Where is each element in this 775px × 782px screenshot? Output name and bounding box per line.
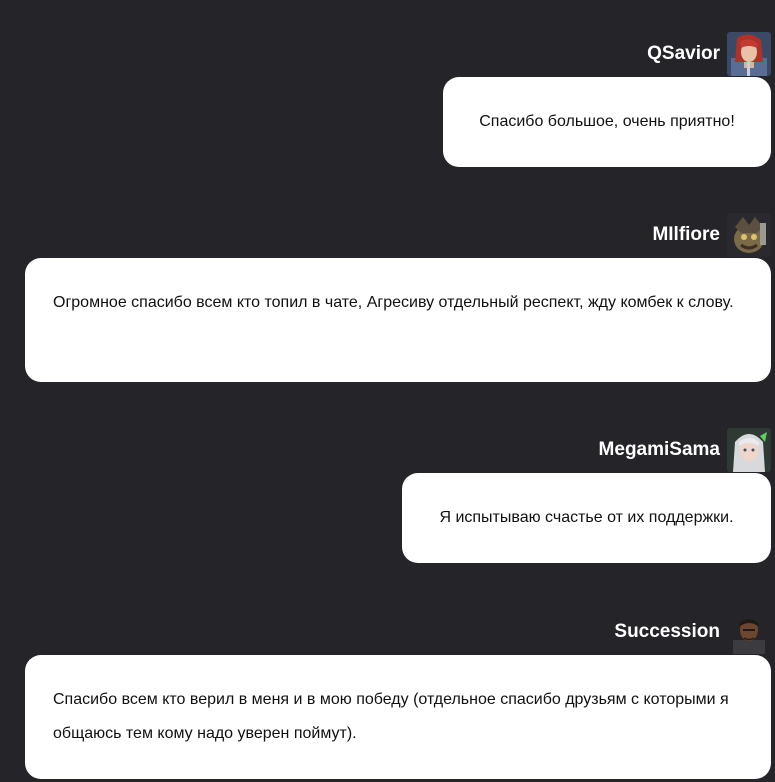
message-bubble: Огромное спасибо всем кто топил в чате, …	[25, 258, 771, 382]
avatar-red-haired-warrior-icon[interactable]	[727, 32, 771, 76]
message-bubble: Спасибо большое, очень приятно!	[443, 77, 771, 167]
author-name[interactable]: MIlfiore	[652, 224, 720, 246]
message-bubble: Я испытываю счастье от их поддержки.	[402, 473, 771, 563]
message-header: Succession	[614, 610, 771, 654]
message-text: Спасибо большое, очень приятно!	[479, 113, 735, 130]
message-header: MIlfiore	[652, 213, 771, 257]
message-text: Огромное спасибо всем кто топил в чате, …	[53, 294, 734, 311]
author-name[interactable]: Succession	[614, 621, 720, 643]
chat-feed: QSavior Спасибо большое, очень приятно! …	[0, 0, 775, 782]
author-name[interactable]: QSavior	[647, 43, 720, 65]
avatar-armored-creature-icon[interactable]	[727, 213, 771, 257]
message-text: Спасибо всем кто верил в меня и в мою по…	[53, 691, 729, 742]
message-bubble: Спасибо всем кто верил в меня и в мою по…	[25, 655, 771, 779]
message-text: Я испытываю счастье от их поддержки.	[439, 509, 734, 526]
author-name[interactable]: MegamiSama	[599, 439, 720, 461]
message-header: QSavior	[647, 32, 771, 76]
message-header: MegamiSama	[599, 428, 771, 472]
avatar-silver-haired-girl-icon[interactable]	[727, 428, 771, 472]
avatar-dark-haired-man-icon[interactable]	[727, 610, 771, 654]
